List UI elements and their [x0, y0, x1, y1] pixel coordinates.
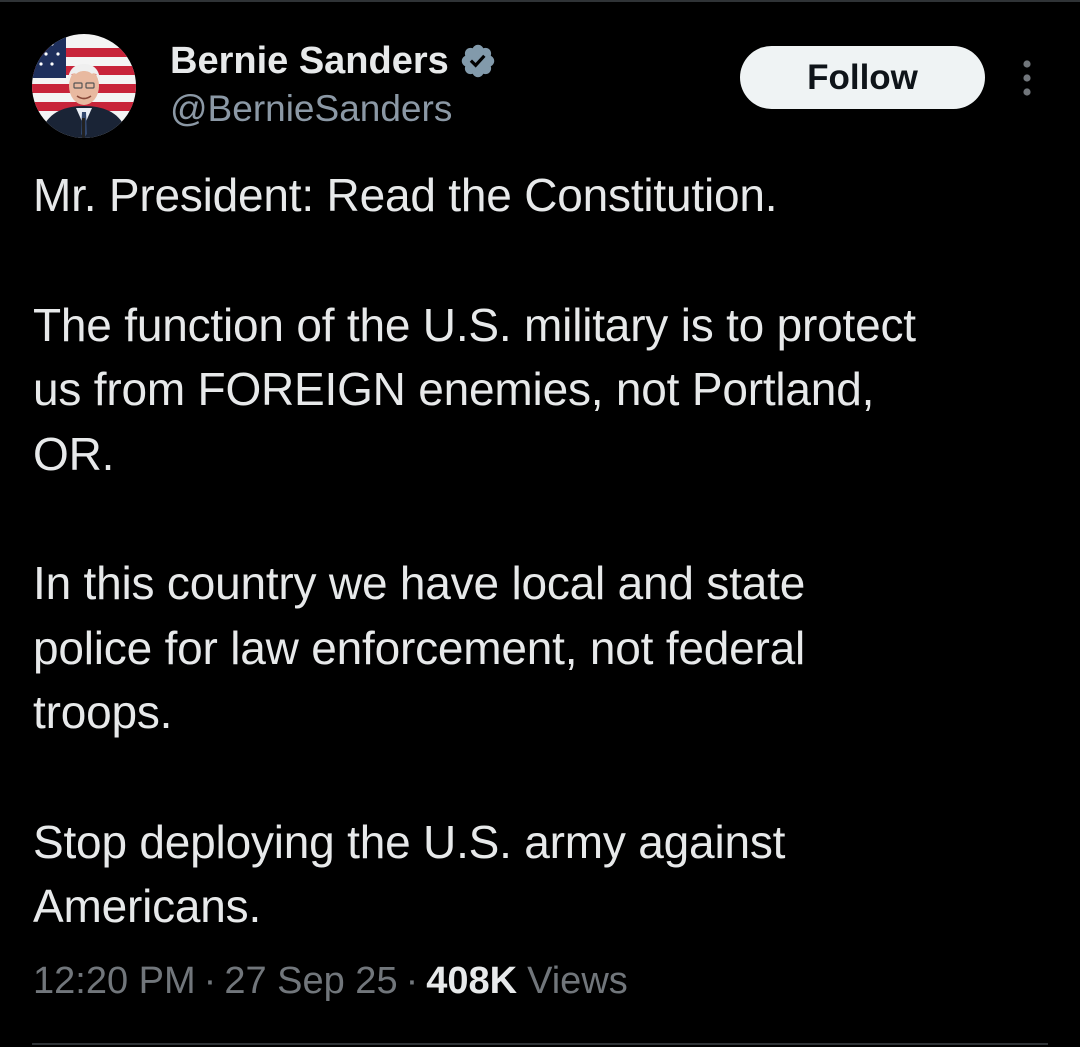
- follow-button[interactable]: Follow: [740, 46, 985, 109]
- tweet-time[interactable]: 12:20 PM: [33, 960, 196, 1003]
- verified-badge-icon: [459, 42, 497, 80]
- top-divider: [0, 0, 1080, 2]
- author-name-row[interactable]: Bernie Sanders: [170, 38, 497, 84]
- tweet-metadata: 12:20 PM · 27 Sep 25 · 408K Views: [33, 960, 628, 1003]
- tweet-paragraph: Mr. President: Read the Constitution.: [33, 169, 778, 221]
- separator-dot: ·: [203, 960, 217, 1002]
- more-vertical-icon[interactable]: [1010, 58, 1044, 98]
- avatar[interactable]: [32, 34, 136, 138]
- avatar-image: [32, 34, 136, 138]
- views-count[interactable]: 408K: [426, 960, 517, 1003]
- tweet-paragraph: Stop deploying the U.S. army against Ame…: [33, 815, 786, 933]
- author-handle[interactable]: @BernieSanders: [170, 88, 452, 130]
- views-label[interactable]: Views: [527, 960, 628, 1003]
- author-display-name[interactable]: Bernie Sanders: [170, 40, 449, 83]
- separator-dot: ·: [405, 960, 419, 1002]
- bottom-divider: [32, 1043, 1048, 1045]
- tweet-paragraph: In this country we have local and state …: [33, 557, 806, 738]
- tweet-paragraph: The function of the U.S. military is to …: [33, 298, 916, 480]
- tweet-text: Mr. President: Read the Constitution. Th…: [33, 163, 1063, 939]
- tweet-date[interactable]: 27 Sep 25: [224, 960, 397, 1003]
